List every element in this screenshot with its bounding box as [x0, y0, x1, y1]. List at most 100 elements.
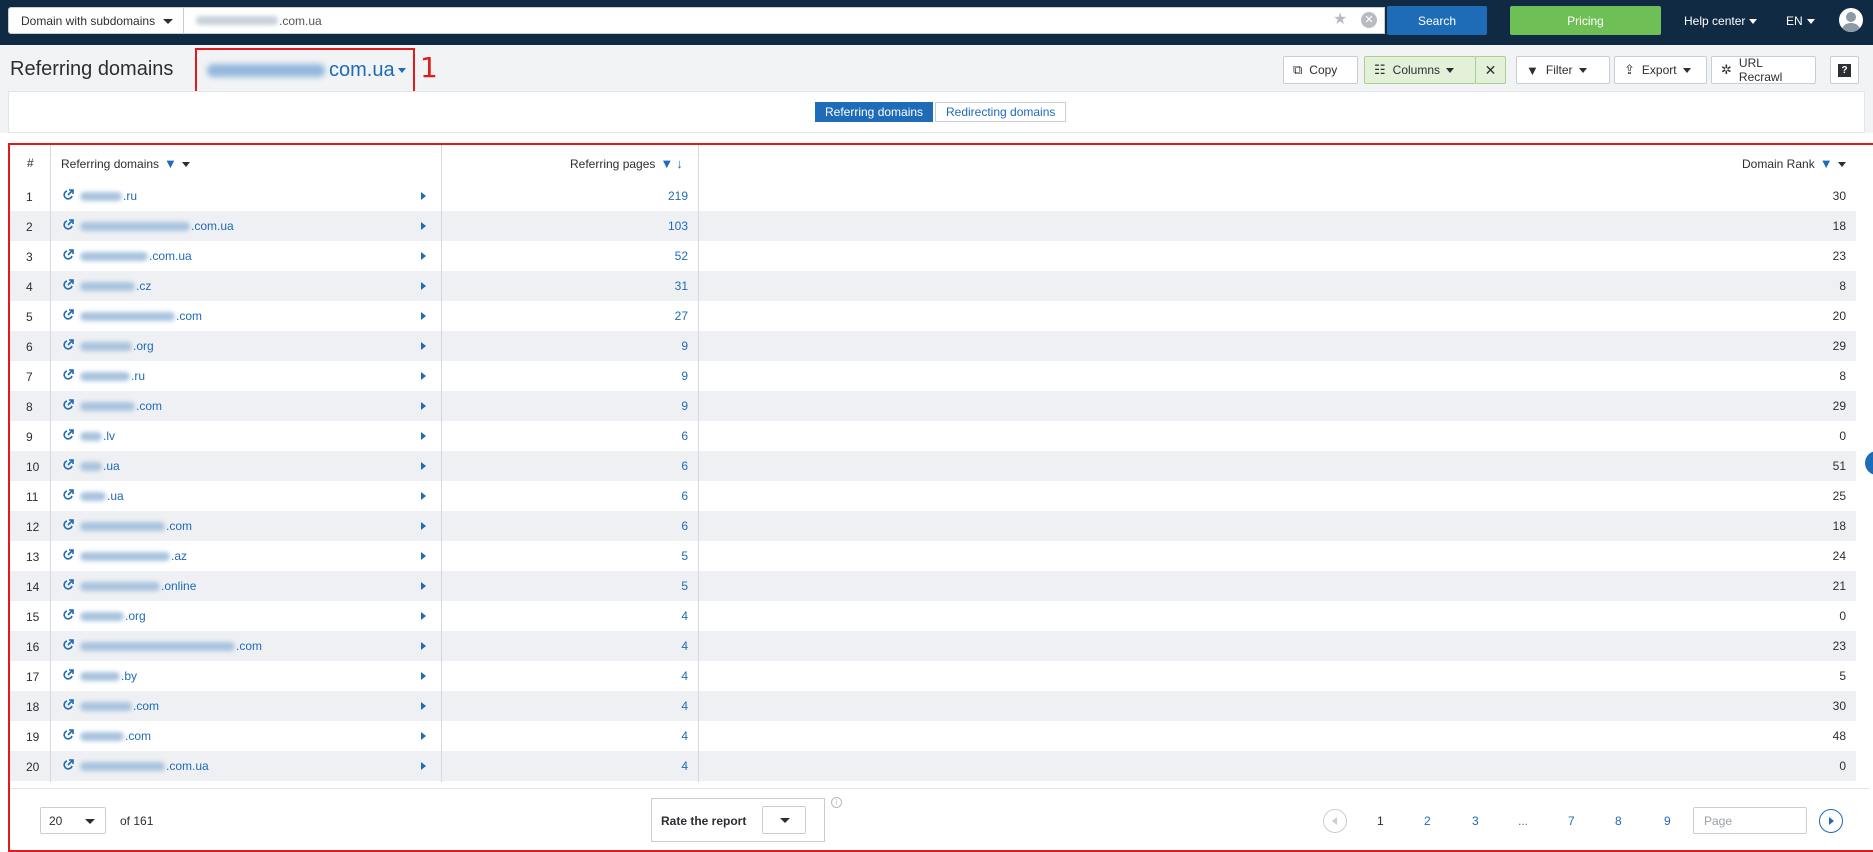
scope-dropdown[interactable]: Domain with subdomains — [8, 7, 184, 34]
filter-icon[interactable]: ▼ — [1820, 156, 1833, 171]
expand-row-icon[interactable] — [421, 372, 426, 380]
external-link-icon[interactable] — [62, 399, 74, 411]
column-header-referring-domains[interactable]: Referring domains ▼ — [61, 156, 190, 171]
filter-button[interactable]: ▼ Filter — [1516, 56, 1610, 84]
external-link-icon[interactable] — [62, 669, 74, 681]
pricing-button[interactable]: Pricing — [1510, 6, 1661, 35]
referring-domain-link[interactable]: .com.ua — [80, 759, 209, 773]
external-link-icon[interactable] — [62, 519, 74, 531]
external-link-icon[interactable] — [62, 579, 74, 591]
url-recrawl-button[interactable]: ✲ URL Recrawl — [1711, 56, 1816, 84]
referring-pages-link[interactable]: 6 — [681, 519, 688, 533]
referring-domain-link[interactable]: .com — [80, 729, 151, 743]
referring-pages-link[interactable]: 4 — [681, 669, 688, 683]
expand-row-icon[interactable] — [421, 492, 426, 500]
referring-domain-link[interactable]: .by — [80, 669, 137, 683]
referring-pages-link[interactable]: 4 — [681, 699, 688, 713]
expand-row-icon[interactable] — [421, 762, 426, 770]
column-header-domain-rank[interactable]: Domain Rank ▼ — [1742, 156, 1846, 171]
copy-button[interactable]: ⧉ Copy — [1283, 56, 1358, 84]
info-icon[interactable]: i — [831, 797, 842, 808]
referring-domain-link[interactable]: .ru — [80, 369, 145, 383]
search-button[interactable]: Search — [1387, 6, 1487, 35]
referring-pages-link[interactable]: 4 — [681, 729, 688, 743]
referring-pages-link[interactable]: 9 — [681, 399, 688, 413]
referring-domain-link[interactable]: .lv — [80, 429, 115, 443]
referring-domain-link[interactable]: .online — [80, 579, 196, 593]
filter-icon[interactable]: ▼ — [164, 156, 177, 171]
domain-input[interactable]: . com.ua — [184, 7, 1385, 34]
external-link-icon[interactable] — [62, 759, 74, 771]
referring-pages-link[interactable]: 219 — [668, 189, 688, 203]
external-link-icon[interactable] — [62, 699, 74, 711]
sort-desc-icon[interactable]: ↓ — [676, 156, 683, 171]
referring-domain-link[interactable]: .com — [80, 309, 202, 323]
referring-pages-link[interactable]: 103 — [668, 219, 688, 233]
referring-pages-link[interactable]: 4 — [681, 609, 688, 623]
tab-redirecting-domains[interactable]: Redirecting domains — [935, 102, 1067, 122]
page-number-input[interactable] — [1693, 807, 1807, 834]
referring-pages-link[interactable]: 6 — [681, 489, 688, 503]
referring-pages-link[interactable]: 27 — [675, 309, 688, 323]
external-link-icon[interactable] — [62, 309, 74, 321]
referring-pages-link[interactable]: 4 — [681, 759, 688, 773]
external-link-icon[interactable] — [62, 339, 74, 351]
external-link-icon[interactable] — [62, 369, 74, 381]
referring-domain-link[interactable]: .com.ua — [80, 219, 234, 233]
next-page-button[interactable] — [1819, 809, 1843, 833]
expand-row-icon[interactable] — [421, 432, 426, 440]
referring-pages-link[interactable]: 52 — [675, 249, 688, 263]
page-link[interactable]: 3 — [1472, 814, 1479, 828]
expand-row-icon[interactable] — [421, 672, 426, 680]
page-link[interactable]: 2 — [1424, 814, 1431, 828]
referring-domain-link[interactable]: .cz — [80, 279, 151, 293]
external-link-icon[interactable] — [62, 639, 74, 651]
expand-row-icon[interactable] — [421, 582, 426, 590]
help-center-menu[interactable]: Help center — [1684, 14, 1758, 28]
referring-pages-link[interactable]: 6 — [681, 459, 688, 473]
prev-page-button[interactable] — [1323, 809, 1347, 833]
expand-row-icon[interactable] — [421, 342, 426, 350]
column-header-referring-pages[interactable]: Referring pages ▼ ↓ — [570, 156, 683, 171]
external-link-icon[interactable] — [62, 249, 74, 261]
expand-row-icon[interactable] — [421, 552, 426, 560]
tab-referring-domains[interactable]: Referring domains — [815, 102, 934, 122]
referring-domain-link[interactable]: .com — [80, 699, 159, 713]
expand-row-icon[interactable] — [421, 642, 426, 650]
page-link-current[interactable]: 1 — [1377, 814, 1384, 828]
external-link-icon[interactable] — [62, 609, 74, 621]
referring-domain-link[interactable]: .com — [80, 399, 162, 413]
help-button[interactable]: ? — [1830, 56, 1859, 84]
expand-row-icon[interactable] — [421, 222, 426, 230]
referring-domain-link[interactable]: .com.ua — [80, 249, 192, 263]
external-link-icon[interactable] — [62, 459, 74, 471]
reset-columns-button[interactable]: ✕ — [1475, 56, 1506, 84]
expand-row-icon[interactable] — [421, 282, 426, 290]
user-avatar-icon[interactable] — [1839, 8, 1863, 32]
expand-row-icon[interactable] — [421, 312, 426, 320]
page-link[interactable]: 8 — [1615, 814, 1622, 828]
external-link-icon[interactable] — [62, 219, 74, 231]
page-link[interactable]: 9 — [1664, 814, 1671, 828]
page-link[interactable]: 7 — [1568, 814, 1575, 828]
referring-domain-link[interactable]: .org — [80, 339, 154, 353]
expand-row-icon[interactable] — [421, 252, 426, 260]
referring-domain-link[interactable]: .com — [80, 519, 192, 533]
rows-per-page-select[interactable]: 20 — [40, 807, 106, 834]
star-icon[interactable]: ★ — [1333, 12, 1347, 28]
expand-row-icon[interactable] — [421, 702, 426, 710]
referring-domain-link[interactable]: .ua — [80, 489, 124, 503]
columns-button[interactable]: ☷ Columns — [1364, 56, 1476, 84]
target-domain-selector[interactable]: com.ua — [207, 59, 406, 82]
expand-row-icon[interactable] — [421, 462, 426, 470]
external-link-icon[interactable] — [62, 279, 74, 291]
filter-icon[interactable]: ▼ — [660, 156, 673, 171]
referring-pages-link[interactable]: 9 — [681, 339, 688, 353]
clear-icon[interactable]: ✕ — [1361, 12, 1377, 28]
export-button[interactable]: ⇪ Export — [1614, 56, 1707, 84]
chevron-down-icon[interactable] — [1837, 162, 1846, 168]
external-link-icon[interactable] — [62, 189, 74, 201]
referring-pages-link[interactable]: 6 — [681, 429, 688, 443]
expand-row-icon[interactable] — [421, 192, 426, 200]
chevron-down-icon[interactable] — [181, 162, 190, 168]
